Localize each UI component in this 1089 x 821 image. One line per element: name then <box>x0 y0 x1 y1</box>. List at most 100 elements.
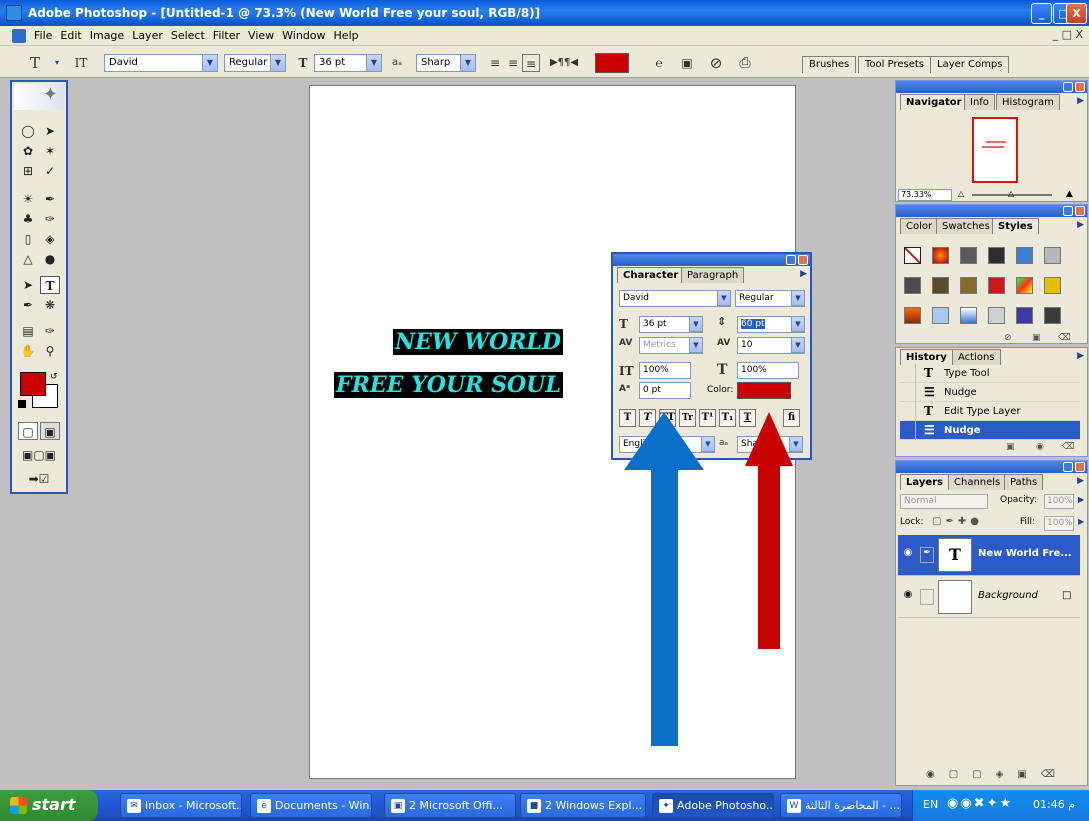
taskbar-item-windows-explorer[interactable]: ■ 2 Windows Expl... <box>520 793 646 818</box>
text-color-swatch[interactable] <box>595 53 629 73</box>
palettes-toggle-icon[interactable]: ▣ <box>678 54 696 72</box>
panel-minimize-button[interactable] <box>1063 462 1073 472</box>
opacity-field[interactable]: 100% <box>1044 494 1074 509</box>
align-center-icon[interactable]: ≡ <box>504 54 522 72</box>
standard-mode-icon[interactable]: ▢ <box>18 422 38 440</box>
notes-tool-icon[interactable]: ▤ <box>18 322 38 340</box>
tab-actions[interactable]: Actions <box>952 349 1001 365</box>
foreground-color-swatch[interactable] <box>20 372 46 396</box>
paint-bucket-tool-icon[interactable]: ◈ <box>40 230 60 248</box>
text-orientation-icon[interactable]: IT <box>72 54 90 72</box>
move-tool-icon[interactable]: ➤ <box>40 122 60 140</box>
default-colors-icon[interactable] <box>18 400 26 408</box>
panel-menu-icon[interactable]: ▶ <box>800 269 807 279</box>
style-swatch[interactable] <box>960 247 977 264</box>
tab-tool-presets[interactable]: Tool Presets <box>858 56 931 73</box>
tab-histogram[interactable]: Histogram <box>996 94 1060 110</box>
panel-minimize-button[interactable] <box>1063 206 1073 216</box>
navigator-zoom-field[interactable]: 73.33% <box>898 189 952 201</box>
healing-brush-tool-icon[interactable]: ☀ <box>18 190 38 208</box>
menu-file[interactable]: File <box>34 29 52 42</box>
tray-icons[interactable]: ◉◉✖✦★ <box>947 796 1013 811</box>
panel-close-button[interactable] <box>1075 206 1085 216</box>
clear-style-icon[interactable]: ⊘ <box>1004 333 1012 343</box>
blur-tool-icon[interactable]: △ <box>18 250 38 268</box>
style-swatch[interactable] <box>960 307 977 324</box>
type-tool-icon[interactable]: T <box>40 276 60 294</box>
jump-to-imageready-icon[interactable]: ➡☑ <box>16 470 62 488</box>
taskbar-item-photoshop[interactable]: ✦ Adobe Photosho... <box>652 793 774 818</box>
crop-tool-icon[interactable]: ⊞ <box>18 162 38 180</box>
tab-character[interactable]: Character <box>617 267 685 283</box>
style-swatch[interactable] <box>1016 247 1033 264</box>
align-left-icon[interactable]: ≡ <box>486 54 504 72</box>
tab-paths[interactable]: Paths <box>1004 474 1044 490</box>
panel-minimize-button[interactable] <box>786 255 796 265</box>
close-button[interactable]: X <box>1066 3 1087 24</box>
chevron-down-icon[interactable]: ▼ <box>270 54 286 72</box>
chevron-down-icon[interactable]: ▼ <box>717 290 731 306</box>
style-swatch[interactable] <box>988 307 1005 324</box>
char-font-family-select[interactable]: David <box>619 290 731 307</box>
zoom-in-icon[interactable]: ▲ <box>1066 189 1073 199</box>
style-swatch[interactable] <box>1044 307 1061 324</box>
layer-link-box[interactable] <box>920 589 934 605</box>
menu-view[interactable]: View <box>248 29 274 42</box>
style-swatch[interactable] <box>1044 277 1061 294</box>
menu-help[interactable]: Help <box>334 29 359 42</box>
style-swatch[interactable] <box>1016 307 1033 324</box>
marquee-tool-icon[interactable]: ◯ <box>18 122 38 140</box>
cancel-edit-icon[interactable]: ⊘ <box>707 54 725 72</box>
zoom-slider-thumb-icon[interactable]: △ <box>1008 189 1014 198</box>
panel-menu-icon[interactable]: ▶ <box>1077 476 1084 486</box>
history-item[interactable]: ☰ Nudge <box>900 383 1080 402</box>
style-swatch[interactable] <box>1044 247 1061 264</box>
zoom-tool-icon[interactable]: ⚲ <box>40 342 60 360</box>
menu-layer[interactable]: Layer <box>132 29 163 42</box>
history-item-selected[interactable]: ☰ Nudge <box>900 421 1080 440</box>
magic-wand-tool-icon[interactable]: ✶ <box>40 142 60 160</box>
eyedropper-tool-icon[interactable]: ✑ <box>40 322 60 340</box>
style-swatch[interactable] <box>988 277 1005 294</box>
taskbar-item-explorer[interactable]: e Documents - Win... <box>250 793 372 818</box>
delete-style-icon[interactable]: ⌫ <box>1058 333 1071 343</box>
lasso-tool-icon[interactable]: ✿ <box>18 142 38 160</box>
style-swatch-none[interactable] <box>904 247 921 264</box>
history-item[interactable]: T Type Tool <box>900 364 1080 383</box>
layer-name[interactable]: New World Fre... <box>978 548 1072 559</box>
custom-shape-tool-icon[interactable]: ❋ <box>40 296 60 314</box>
minimize-button[interactable]: _ <box>1031 3 1052 24</box>
tab-layer-comps[interactable]: Layer Comps <box>930 56 1010 73</box>
tab-color[interactable]: Color <box>900 218 939 234</box>
hand-tool-icon[interactable]: ✋ <box>18 342 38 360</box>
tab-swatches[interactable]: Swatches <box>936 218 996 234</box>
warp-text-icon[interactable]: ℮ <box>650 54 668 72</box>
quick-mask-mode-icon[interactable]: ▣ <box>40 422 60 440</box>
subscript-button[interactable]: T₁ <box>719 409 736 427</box>
history-item[interactable]: T Edit Type Layer <box>900 402 1080 421</box>
tab-brushes[interactable]: Brushes <box>802 56 857 73</box>
zoom-out-icon[interactable]: △ <box>958 189 964 198</box>
visibility-eye-icon[interactable]: ◉ <box>900 589 916 605</box>
delete-state-icon[interactable]: ⌫ <box>1062 442 1075 452</box>
document-window-controls[interactable]: _ □ X <box>1053 28 1083 41</box>
style-swatch[interactable] <box>988 247 1005 264</box>
chevron-down-icon[interactable]: ▼ <box>689 337 703 353</box>
style-swatch[interactable] <box>904 277 921 294</box>
chevron-down-icon[interactable]: ▼ <box>689 316 703 332</box>
vertical-scale-field[interactable]: 100% <box>639 362 691 379</box>
visibility-eye-icon[interactable]: ◉ <box>900 547 916 563</box>
panel-menu-icon[interactable]: ▶ <box>1077 351 1084 361</box>
panel-menu-icon[interactable]: ▶ <box>1077 220 1084 230</box>
horizontal-scale-field[interactable]: 100% <box>737 362 799 379</box>
font-family-select[interactable]: David <box>104 54 218 72</box>
brush-tool-icon[interactable]: ✒ <box>40 190 60 208</box>
chevron-down-icon[interactable]: ▼ <box>366 54 382 72</box>
photoshop-feather-icon[interactable]: ✦ <box>14 84 64 110</box>
chevron-down-icon[interactable]: ▼ <box>460 54 476 72</box>
language-indicator[interactable]: EN <box>923 798 938 811</box>
chevron-down-icon[interactable]: ▼ <box>791 337 805 353</box>
clone-stamp-tool-icon[interactable]: ♣ <box>18 210 38 228</box>
text-tool-preset-icon[interactable]: T <box>26 54 44 72</box>
history-brush-tool-icon[interactable]: ✑ <box>40 210 60 228</box>
